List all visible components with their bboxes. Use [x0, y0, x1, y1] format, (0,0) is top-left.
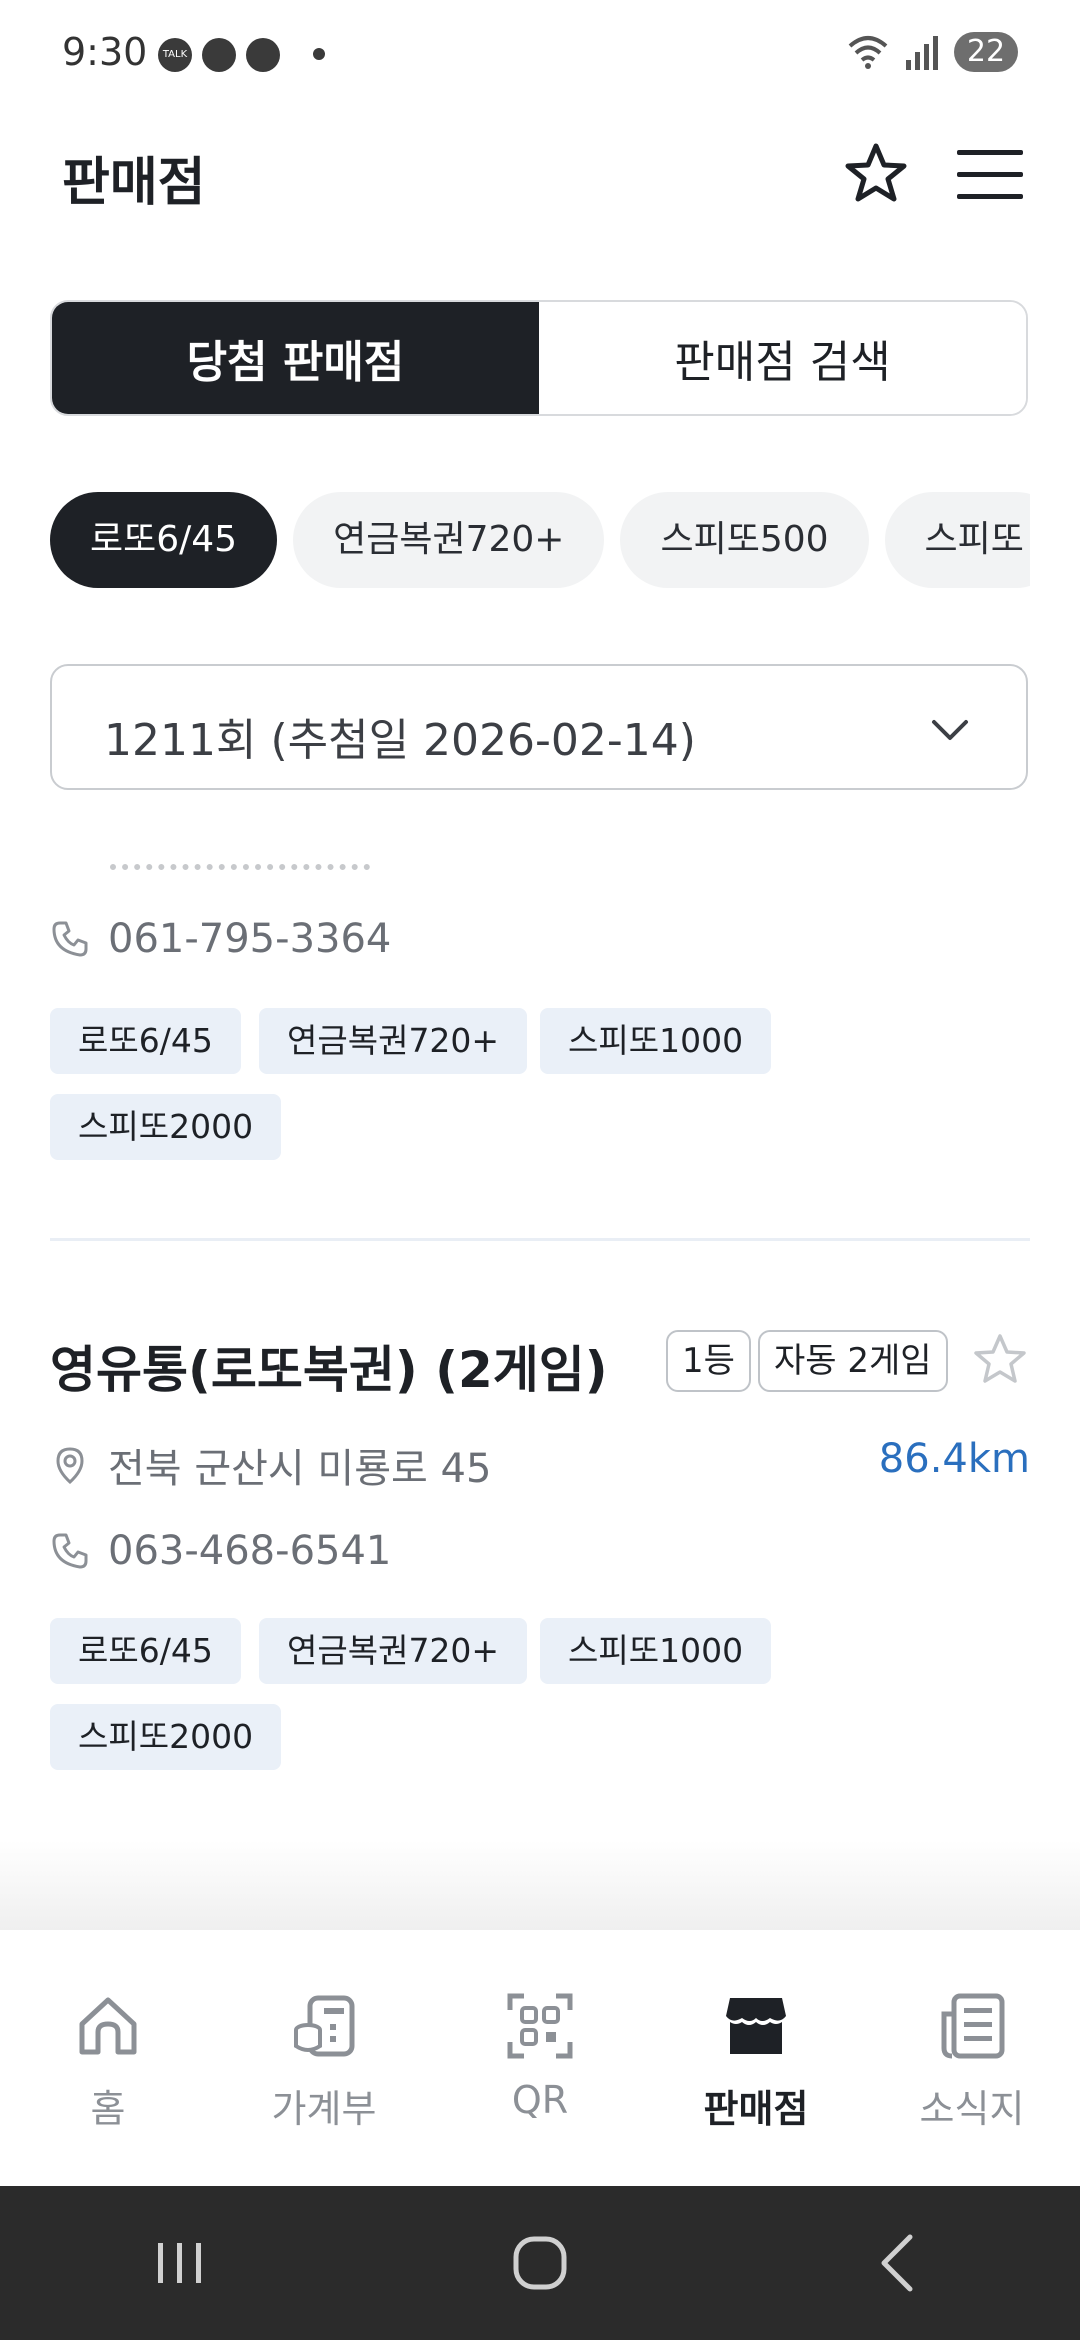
tag: 스피또2000	[50, 1704, 282, 1770]
app-header: 판매점	[0, 118, 1080, 228]
location-pin-icon	[56, 1447, 84, 1485]
store-address-row: 전북 군산시 미룡로 45	[50, 1436, 491, 1494]
tag: 로또6/45	[50, 1008, 241, 1074]
tag: 연금복권720+	[259, 1618, 528, 1684]
tab-store-search[interactable]: 판매점 검색	[539, 302, 1026, 414]
signal-icon	[906, 36, 938, 70]
nav-label: 판매점	[703, 2087, 809, 2131]
nav-label: QR	[511, 2078, 569, 2122]
battery-indicator: 22	[954, 32, 1018, 72]
favorite-star-icon[interactable]	[970, 1330, 1030, 1390]
round-select[interactable]: 1211회 (추첨일 2026-02-14)	[50, 664, 1028, 790]
method-badge: 자동 2게임	[758, 1330, 948, 1392]
clipped-text-remnant	[110, 864, 370, 870]
tag: 로또6/45	[50, 1618, 241, 1684]
system-navigation-bar	[0, 2186, 1080, 2340]
kakaotalk-icon: TALK	[158, 38, 192, 72]
more-notifications-icon	[313, 48, 325, 60]
nav-newsletter[interactable]: 소식지	[864, 1930, 1080, 2186]
newsletter-icon	[941, 1993, 1005, 2059]
bottom-navigation: 홈 가계부 QR 판매점 소식지	[0, 1930, 1080, 2186]
scroll-fade	[0, 1840, 1080, 1930]
status-bar: 9:30 TALK 22	[0, 0, 1080, 110]
chip-speetto[interactable]: 스피또	[884, 492, 1030, 588]
store-phone-row[interactable]: 061-795-3364	[50, 916, 391, 962]
nav-qr[interactable]: QR	[432, 1930, 648, 2186]
tag: 스피또1000	[540, 1618, 772, 1684]
phone-icon	[52, 921, 88, 957]
ledger-icon	[294, 1995, 355, 2057]
home-button-icon[interactable]	[500, 2223, 580, 2303]
chevron-down-icon	[932, 720, 968, 740]
nav-ledger[interactable]: 가계부	[216, 1930, 432, 2186]
store-icon	[726, 1998, 786, 2054]
chrome-icon	[202, 38, 236, 72]
hamburger-menu-icon[interactable]	[955, 142, 1025, 206]
nav-store[interactable]: 판매점	[648, 1930, 864, 2186]
status-time: 9:30	[62, 30, 148, 74]
status-right: 22	[846, 32, 1018, 72]
nav-label: 가계부	[271, 2087, 377, 2131]
round-select-value: 1211회 (추첨일 2026-02-14)	[104, 715, 696, 766]
list-divider	[50, 1238, 1030, 1241]
store-phone: 063-468-6541	[108, 1528, 392, 1574]
chip-speetto500[interactable]: 스피또500	[620, 492, 869, 588]
store-phone: 061-795-3364	[108, 916, 392, 962]
phone-icon	[52, 1533, 88, 1569]
recent-apps-icon[interactable]	[140, 2223, 220, 2303]
tag: 스피또2000	[50, 1094, 282, 1160]
nav-label: 소식지	[919, 2087, 1025, 2131]
segmented-tabs: 당첨 판매점 판매점 검색	[50, 300, 1028, 416]
store-phone-row[interactable]: 063-468-6541	[50, 1528, 391, 1574]
store-name: 영유통(로또복권) (2게임)	[50, 1341, 608, 1399]
wifi-icon	[848, 36, 888, 69]
lottery-type-chips: 로또6/45 연금복권720+ 스피또500 스피또	[50, 492, 1030, 588]
tag: 스피또1000	[540, 1008, 772, 1074]
chip-pension720[interactable]: 연금복권720+	[293, 492, 605, 588]
weather-icon	[246, 38, 280, 72]
nav-home[interactable]: 홈	[0, 1930, 216, 2186]
rank-badge: 1등	[666, 1330, 751, 1392]
notification-icons: TALK	[158, 38, 280, 72]
favorites-star-icon[interactable]	[840, 138, 912, 210]
qr-scan-icon	[507, 1993, 573, 2059]
store-list[interactable]: 061-795-3364 로또6/45 연금복권720+ 스피또1000 스피또…	[0, 800, 1080, 1930]
home-icon	[79, 1997, 137, 2055]
nav-label: 홈	[90, 2087, 126, 2131]
tag: 연금복권720+	[259, 1008, 528, 1074]
page-title: 판매점	[62, 153, 206, 213]
tab-winning-stores[interactable]: 당첨 판매점	[52, 302, 539, 414]
chip-lotto645[interactable]: 로또6/45	[50, 492, 278, 588]
store-address: 전북 군산시 미룡로 45	[108, 1446, 492, 1492]
back-icon[interactable]	[860, 2223, 940, 2303]
store-distance: 86.4km	[878, 1436, 1030, 1482]
